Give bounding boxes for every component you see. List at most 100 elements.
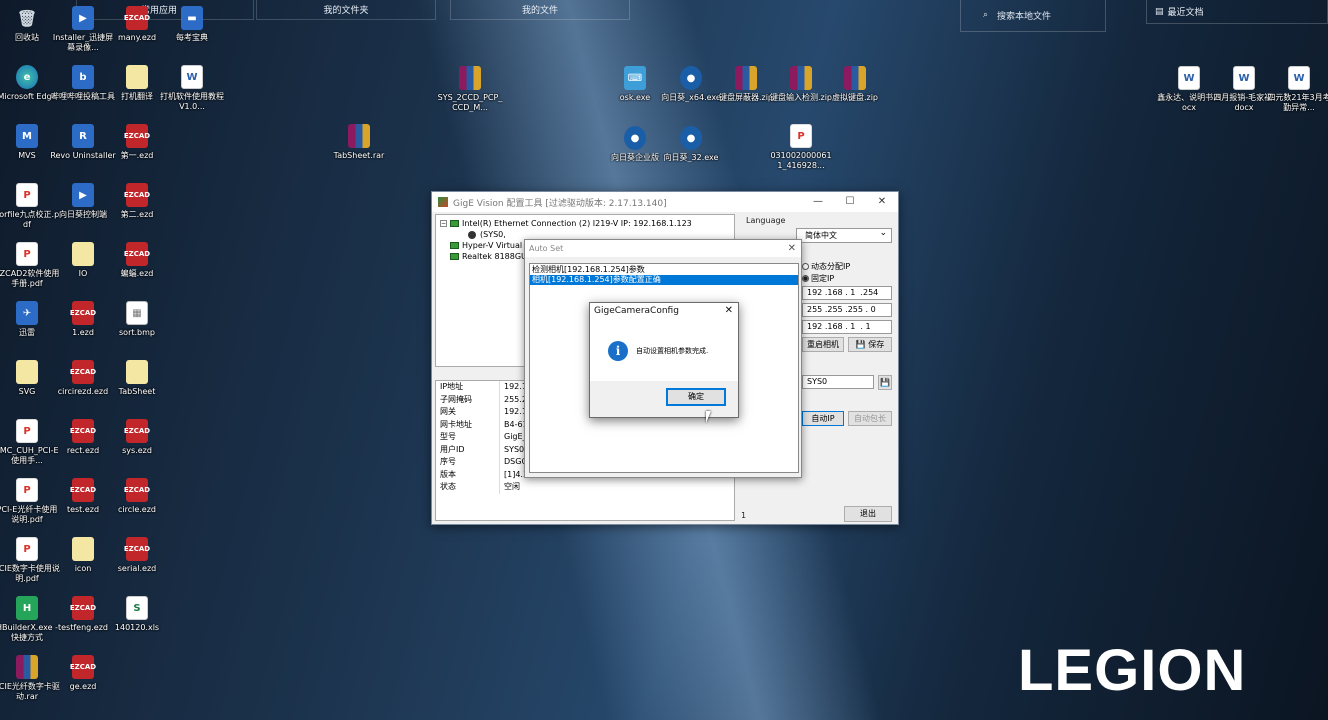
top-cell-my-folders[interactable]: 我的文件夹 (256, 0, 436, 20)
exit-button[interactable]: 退出 (844, 506, 892, 522)
desktop-icon[interactable]: P LMC_CUH_PCI-E使用手... (0, 419, 59, 466)
desktop-icon[interactable]: ▦ sort.bmp (108, 301, 166, 338)
desktop-icon[interactable]: TabSheet (108, 360, 166, 397)
xunlei-icon: ✈ (16, 301, 38, 325)
close-icon[interactable]: ✕ (866, 192, 898, 212)
top-cell-my-files[interactable]: 我的文件 (450, 0, 630, 20)
restart-camera-button[interactable]: 重启相机 (802, 337, 844, 352)
pdf-icon: P (16, 242, 38, 266)
static-ip-label: 固定IP (811, 274, 835, 283)
desktop-icon[interactable]: ● 向日葵企业版 (606, 126, 664, 163)
message-text: 自动设置相机参数完成. (636, 347, 709, 355)
desktop-icon[interactable]: Pcorfile九点校正.pdf (0, 183, 59, 230)
desktop-icon[interactable]: ● 向日葵_32.exe (662, 126, 720, 163)
desktop-icon[interactable]: ⌨ osk.exe (606, 66, 664, 103)
window-title-bar[interactable]: GigE Vision 配置工具 [过滤驱动版本: 2.17.13.140] —… (432, 192, 898, 212)
sunlogin-icon: ▶ (72, 183, 94, 207)
desktop-icon[interactable]: EZCAD 第二.ezd (108, 183, 166, 220)
ezd-icon: EZCAD (124, 6, 150, 30)
property-key: IP地址 (436, 381, 500, 394)
sunlogin-icon: ● (680, 66, 702, 90)
table-row[interactable]: 状态 空闲 (436, 481, 734, 494)
desktop-icon-label: 蝙蝠.ezd (120, 269, 154, 278)
desktop-icon[interactable]: EZCAD circle.ezd (108, 478, 166, 515)
auto-set-title-bar[interactable]: Auto Set ✕ (525, 240, 801, 257)
ip-address-field[interactable]: 192 .168 . 1 .254 (802, 286, 892, 300)
property-key: 用户ID (436, 443, 500, 456)
maximize-icon[interactable]: ☐ (834, 192, 866, 212)
keyboard-icon: ⌨ (624, 66, 646, 90)
desktop-icon[interactable]: 键盘屏蔽器.zip (717, 66, 775, 103)
auto-packet-size-button[interactable]: 自动包长 (848, 411, 892, 426)
desktop-icon[interactable]: SVG (0, 360, 56, 397)
desktop-icon-label: 向日葵_32.exe (663, 153, 719, 162)
desktop-icon[interactable]: EZCAD many.ezd (108, 6, 166, 43)
bilibili-icon: b (72, 65, 94, 89)
desktop-icon[interactable]: ✈ 迅雷 (0, 301, 56, 338)
desktop-icon[interactable]: W 打机软件使用教程V1.0... (160, 65, 224, 112)
desktop-icon[interactable]: e Microsoft Edge (0, 65, 57, 102)
file-icon (72, 242, 94, 266)
gateway-field[interactable]: 192 .168 . 1 . 1 (802, 320, 892, 334)
desktop-icon[interactable]: SYS_2CCD_PCP_CCD_M... (438, 66, 502, 113)
desktop-icon[interactable]: 打机翻译 (108, 65, 166, 102)
desktop-icon[interactable]: 虚拟键盘.zip (826, 66, 884, 103)
desktop-icon[interactable]: W 鑫永达、说明书.docx (1157, 66, 1221, 113)
recent-documents-button[interactable]: ▤ 最近文档 (1146, 0, 1328, 24)
file-icon (126, 360, 148, 384)
desktop-icon[interactable]: ▬ 每考宝典 (163, 6, 221, 43)
auto-ip-button[interactable]: 自动IP (802, 411, 844, 426)
tree-item-adapter[interactable]: − Intel(R) Ethernet Connection (2) I219-… (440, 218, 730, 229)
desktop-icon[interactable]: P PCI-E光纤卡使用说明.pdf (0, 478, 57, 525)
ezd-icon: EZCAD (124, 242, 150, 266)
save-button[interactable]: 💾 保存 (848, 337, 892, 352)
desktop-icon[interactable]: W 四月报销-毛家福.docx (1213, 66, 1275, 113)
desktop-icon-label: SYS_2CCD_PCP_CCD_M... (437, 93, 503, 112)
desktop-icon[interactable]: ▶ Installer_迅捷屏幕录像... (53, 6, 113, 53)
rar-icon (844, 66, 866, 90)
desktop-icon[interactable]: EZCAD 第一.ezd (108, 124, 166, 161)
edge-icon: e (16, 65, 38, 89)
ok-button[interactable]: 确定 (666, 388, 726, 406)
app-icon: ▬ (181, 6, 203, 30)
subnet-mask-field[interactable]: 255 .255 .255 . 0 (802, 303, 892, 317)
desktop-icon[interactable]: P PCIE数字卡使用说明.pdf (0, 537, 60, 584)
collapse-icon[interactable]: − (440, 220, 447, 227)
ezd-icon: EZCAD (124, 419, 150, 443)
user-id-field[interactable]: SYS0 (802, 375, 874, 389)
list-item[interactable]: 相机[192.168.1.254]参数配置正确 (530, 275, 798, 285)
message-box-title-bar[interactable]: GigeCameraConfig ✕ (590, 303, 738, 319)
desktop-icon[interactable]: S 140120.xls (108, 596, 166, 633)
desktop-icon[interactable]: EZCAD 蝙蝠.ezd (108, 242, 166, 279)
network-adapter-icon (450, 242, 459, 249)
language-select[interactable]: 简体中文 (796, 227, 892, 243)
search-placeholder: 搜索本地文件 (997, 12, 1052, 22)
desktop-icon[interactable]: TabSheet.rar (330, 124, 388, 161)
desktop-icon[interactable]: ● 向日葵_x64.exe (661, 66, 721, 103)
desktop-icon[interactable]: W 四元数21年3月考勤异常... (1267, 66, 1328, 113)
close-icon[interactable]: ✕ (725, 303, 733, 319)
list-item[interactable]: 检测相机[192.168.1.254]参数 (530, 265, 798, 275)
desktop-icon[interactable]: P 0310020000611_416928... (770, 124, 832, 171)
file-icon (72, 537, 94, 561)
static-ip-radio[interactable]: 固定IP (802, 273, 834, 284)
desktop-icon[interactable]: P EZCAD2软件使用手册.pdf (0, 242, 59, 289)
count-label: 1 (741, 511, 747, 520)
desktop-icon[interactable]: EZCAD serial.ezd (108, 537, 166, 574)
desktop-icon-label: serial.ezd (117, 564, 157, 573)
property-key: 网卡地址 (436, 418, 500, 431)
desktop-icon[interactable]: PCIE光纤数字卡驱动.rar (0, 655, 60, 702)
dhcp-radio[interactable]: 动态分配IP (802, 261, 850, 272)
minimize-icon[interactable]: — (802, 192, 834, 212)
desktop-icon[interactable]: M MVS (0, 124, 56, 161)
desktop-icon[interactable]: H HBuilderX.exe - 快捷方式 (0, 596, 58, 643)
ezd-icon: EZCAD (70, 419, 96, 443)
desktop-icon[interactable]: EZCAD sys.ezd (108, 419, 166, 456)
search-box[interactable]: ⌕ 搜索本地文件 (960, 0, 1106, 32)
save-label: 保存 (868, 340, 885, 349)
save-user-id-button[interactable]: 💾 (878, 375, 892, 390)
desktop-icon[interactable]: EZCAD ge.ezd (54, 655, 112, 692)
desktop-icon[interactable]: 🗑 回收站 (0, 6, 56, 43)
rar-icon (735, 66, 757, 90)
close-icon[interactable]: ✕ (788, 240, 796, 257)
